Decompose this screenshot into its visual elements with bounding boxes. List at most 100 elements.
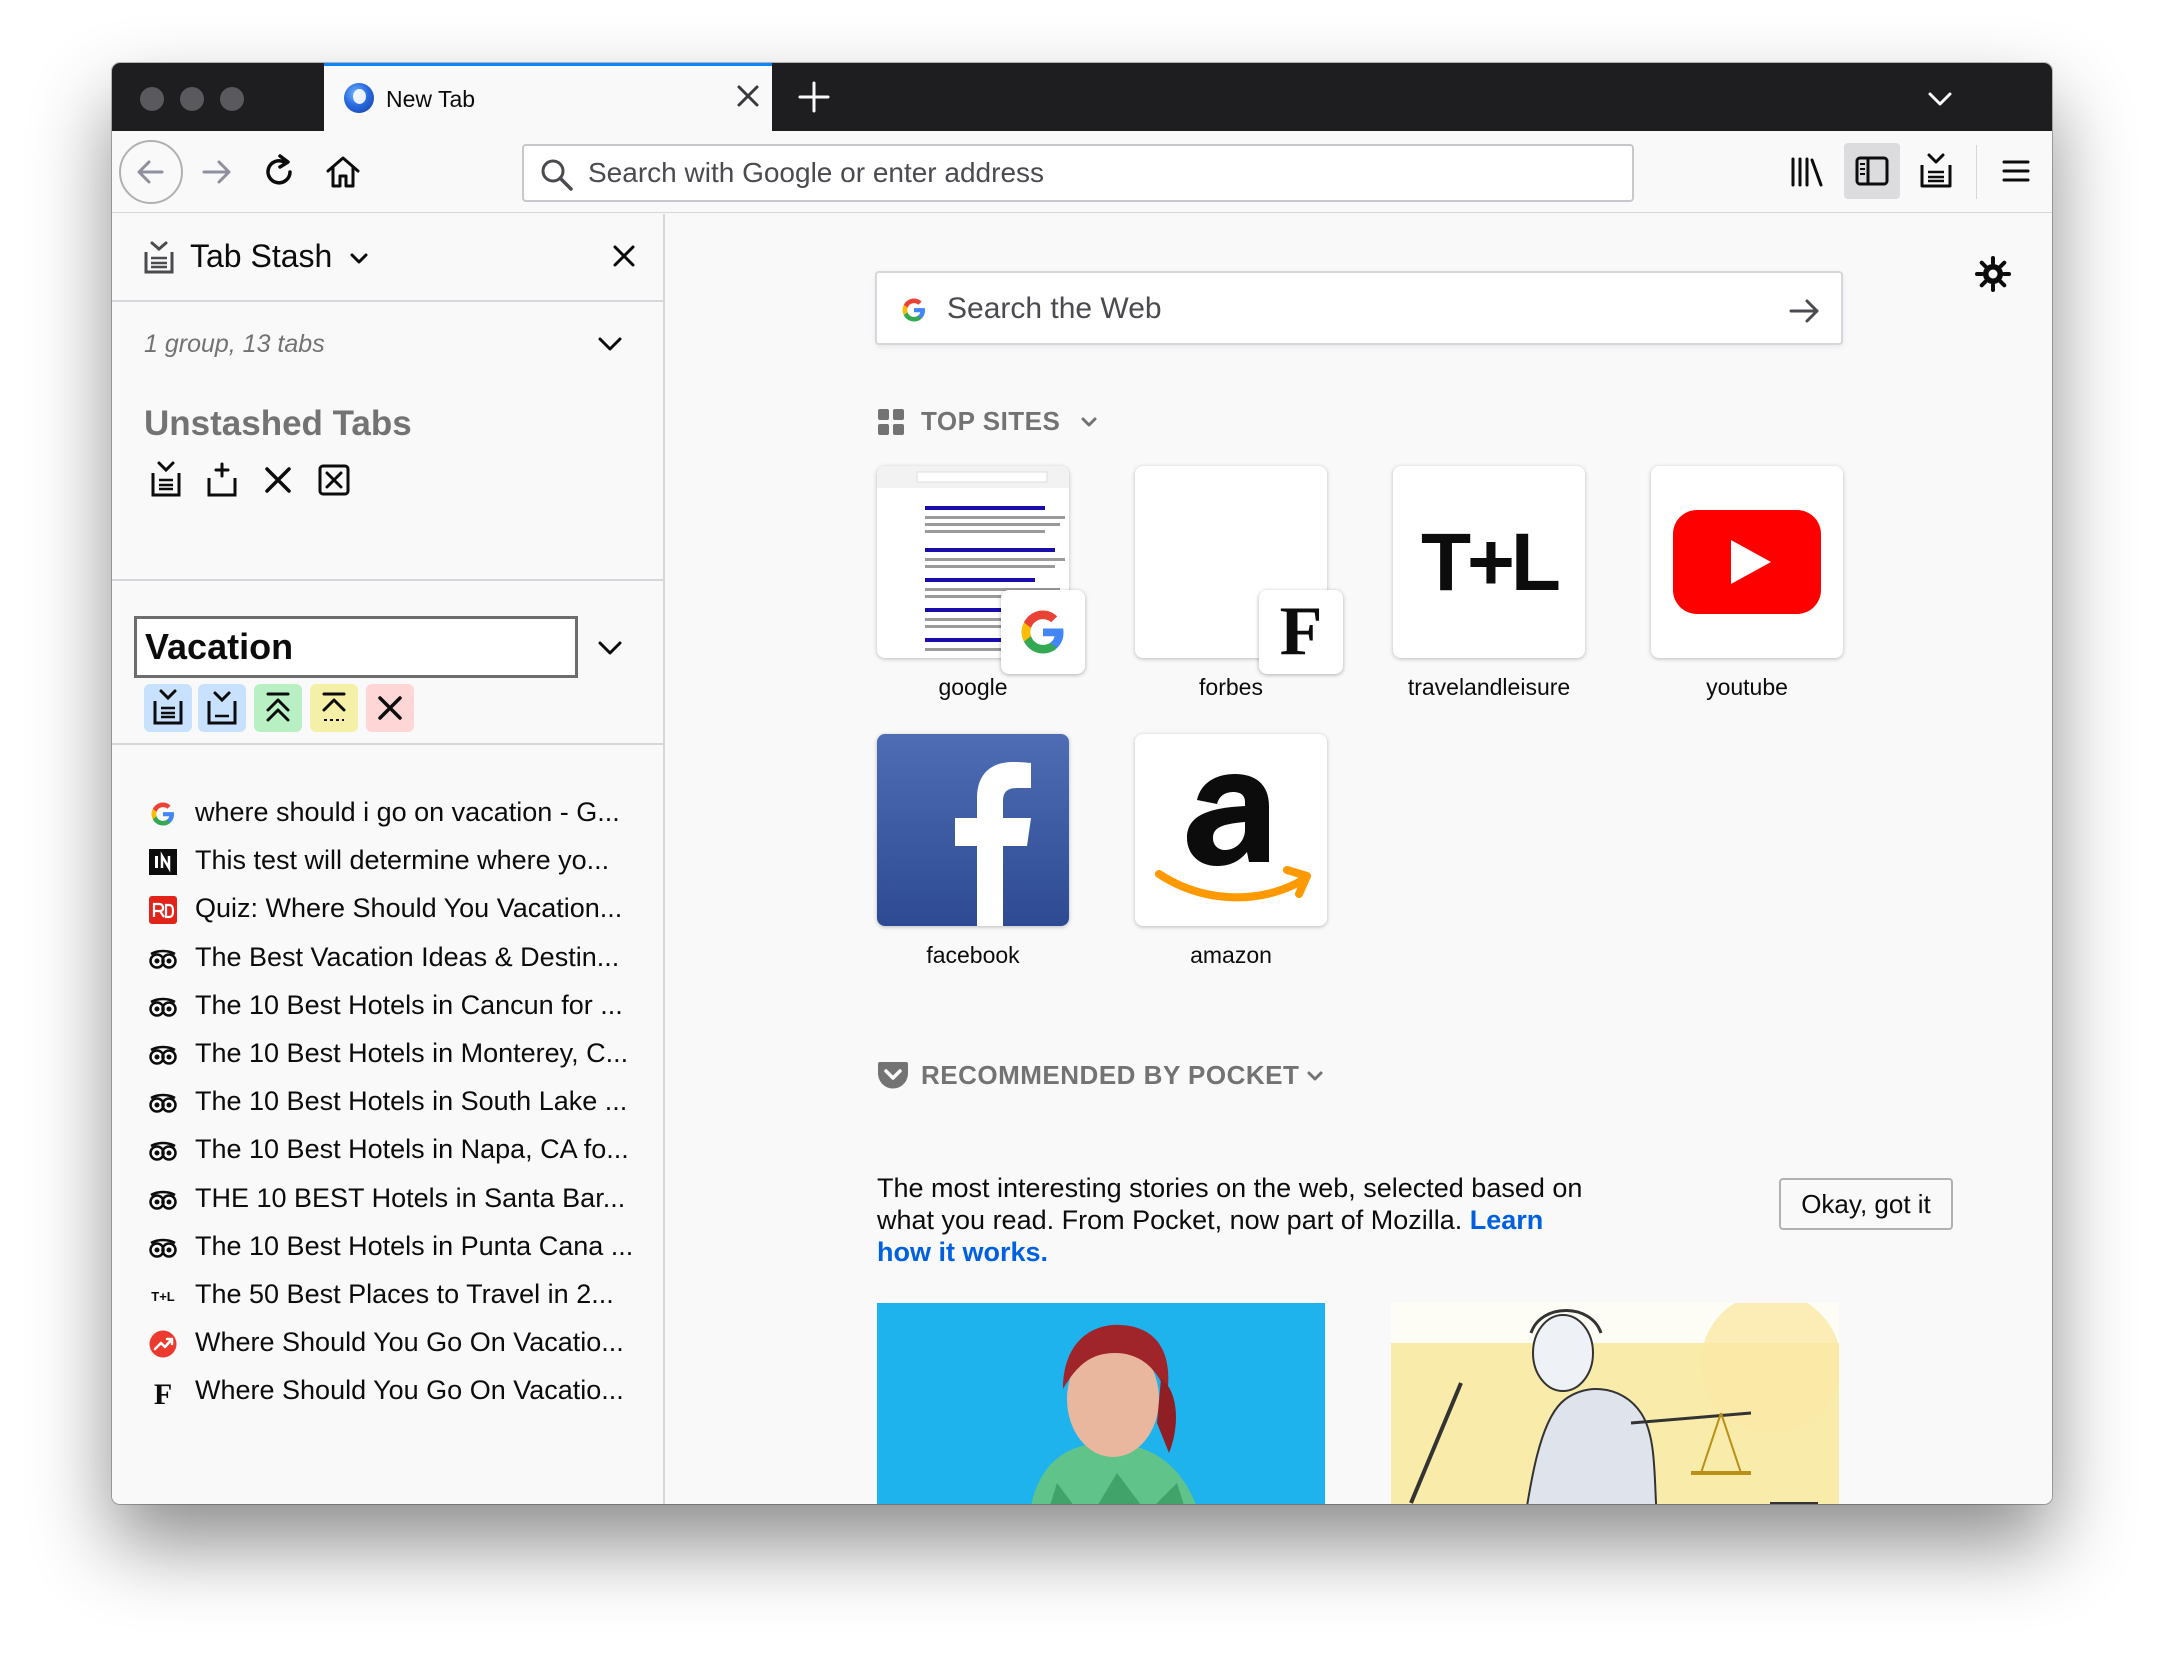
tripadvisor-icon	[148, 1088, 178, 1118]
close-boxed-icon	[318, 464, 350, 496]
sidebar-toggle-button[interactable]	[1844, 143, 1900, 199]
trending-icon	[148, 1329, 178, 1359]
minimize-window-button[interactable]	[180, 87, 204, 111]
close-sidebar-button[interactable]	[602, 234, 646, 278]
stashed-tab-list: where should i go on vacation - G... This…	[112, 789, 665, 1415]
stash-icon	[151, 461, 181, 497]
collapse-group-button[interactable]	[592, 630, 628, 671]
restore-all-button[interactable]	[254, 684, 302, 732]
stash-into-group-button[interactable]	[144, 684, 192, 732]
story-image	[1391, 1303, 1839, 1504]
home-icon	[326, 156, 360, 188]
sidebar-title: Tab Stash	[190, 238, 333, 274]
stashed-tab-title: where should i go on vacation - G...	[195, 797, 620, 827]
forward-button[interactable]	[196, 151, 238, 198]
grid-icon	[878, 409, 904, 435]
stash-active-tab-button[interactable]	[198, 684, 246, 732]
url-bar[interactable]	[522, 144, 1634, 202]
site-thumbnail	[877, 734, 1069, 926]
close-window-button[interactable]	[140, 87, 164, 111]
navigation-toolbar	[112, 131, 2052, 213]
stashed-tab-item[interactable]: The 10 Best Hotels in Cancun for ...	[112, 982, 665, 1030]
settings-button[interactable]	[1973, 254, 2013, 299]
arrow-right-icon	[1789, 299, 1819, 323]
stash-all-button[interactable]	[144, 458, 188, 502]
svg-text:T+L: T+L	[151, 1289, 175, 1304]
menu-button[interactable]	[1996, 151, 2036, 196]
reload-button[interactable]	[258, 151, 300, 198]
stashed-tab-title: The 10 Best Hotels in Cancun for ...	[195, 989, 623, 1020]
delete-group-button[interactable]	[366, 684, 414, 732]
site-thumbnail: T+L	[1393, 466, 1585, 658]
group-name-input[interactable]	[134, 616, 578, 678]
back-arrow-icon	[119, 140, 183, 204]
stashed-tab-title: The 10 Best Hotels in Napa, CA fo...	[195, 1134, 629, 1165]
close-tab-button[interactable]	[728, 76, 768, 116]
stashed-tab-item[interactable]: The 10 Best Hotels in Napa, CA fo...	[112, 1126, 665, 1174]
google-icon	[148, 799, 178, 829]
stashed-tab-item[interactable]: THE 10 BEST Hotels in Santa Bar...	[112, 1175, 665, 1223]
stashed-tab-item[interactable]: The Best Vacation Ideas & Destin...	[112, 934, 665, 982]
tl-logo: T+L	[1420, 517, 1561, 608]
close-unstashed-button[interactable]	[312, 458, 356, 502]
stashed-tab-title: The 10 Best Hotels in Monterey, C...	[195, 1037, 629, 1068]
stashed-tab-item[interactable]: This test will determine where yo...	[112, 837, 665, 885]
google-g-icon	[902, 298, 925, 322]
sidebar-switcher[interactable]: Tab Stash	[190, 238, 371, 275]
facebook-icon	[955, 762, 1031, 926]
list-all-tabs-button[interactable]	[1920, 79, 1960, 119]
close-icon	[378, 696, 402, 720]
stash-icon	[153, 689, 183, 725]
restore-and-remove-button[interactable]	[310, 684, 358, 732]
web-search-input[interactable]	[947, 289, 1747, 329]
stashed-tab-item[interactable]: Where Should You Go On Vacatio...	[112, 1319, 665, 1367]
stashed-tab-item[interactable]: The 10 Best Hotels in South Lake ...	[112, 1078, 665, 1126]
reload-icon	[266, 154, 292, 185]
tab-title: New Tab	[386, 86, 476, 112]
insider-icon	[148, 847, 178, 877]
url-input[interactable]	[588, 154, 1588, 192]
add-group-icon	[207, 462, 237, 497]
plus-icon	[798, 81, 830, 113]
stashed-tab-title: This test will determine where yo...	[195, 845, 610, 876]
library-button[interactable]	[1788, 153, 1828, 196]
pocket-story-card[interactable]	[1391, 1303, 1839, 1504]
forward-arrow-icon	[202, 160, 231, 184]
google-g-icon	[1021, 610, 1064, 654]
collapse-all-button[interactable]	[592, 326, 628, 367]
chevron-down-icon	[1307, 1071, 1323, 1081]
svg-text:F: F	[154, 1378, 172, 1407]
zoom-window-button[interactable]	[220, 87, 244, 111]
restore-remove-icon	[322, 692, 346, 721]
pocket-title: RECOMMENDED BY POCKET	[921, 1060, 1300, 1090]
stashed-tab-item[interactable]: where should i go on vacation - G...	[112, 789, 665, 837]
tab-stash-sidebar: Tab Stash 1 group, 13 tabs Unstashed Tab…	[112, 214, 665, 1504]
tab-new-tab[interactable]: New Tab	[324, 63, 772, 131]
back-button[interactable]	[118, 139, 184, 210]
site-label: amazon	[1190, 942, 1272, 968]
stashed-tab-item[interactable]: F Where Should You Go On Vacatio...	[112, 1367, 665, 1415]
stashed-tab-item[interactable]: T+L The 50 Best Places to Travel in 2...	[112, 1271, 665, 1319]
web-search-box[interactable]	[875, 271, 1843, 345]
stashed-tab-item[interactable]: The 10 Best Hotels in Monterey, C...	[112, 1030, 665, 1078]
new-group-button[interactable]	[200, 458, 244, 502]
tab-stash-button[interactable]	[1916, 151, 1956, 196]
tl-icon: T+L	[148, 1281, 178, 1311]
tripadvisor-icon	[148, 1136, 178, 1166]
home-button[interactable]	[322, 151, 364, 198]
pocket-story-card[interactable]	[877, 1303, 1325, 1504]
close-all-button[interactable]	[256, 458, 300, 502]
unstashed-tabs-title: Unstashed Tabs	[144, 404, 412, 443]
stashed-tab-item[interactable]: The 10 Best Hotels in Punta Cana ...	[112, 1223, 665, 1271]
tripadvisor-icon	[148, 944, 178, 974]
new-tab-page: TOP SITES	[667, 214, 2052, 1504]
okay-got-it-button[interactable]: Okay, got it	[1779, 1178, 1953, 1230]
sidebar-header: Tab Stash	[112, 214, 665, 302]
stashed-tab-item[interactable]: Quiz: Where Should You Vacation...	[112, 885, 665, 933]
section-divider	[112, 579, 665, 581]
close-icon	[737, 85, 759, 107]
stashed-tab-title: Where Should You Go On Vacatio...	[195, 1327, 624, 1358]
stash-one-icon	[207, 691, 237, 725]
new-tab-button[interactable]	[784, 69, 844, 125]
sidebar-icon	[1855, 156, 1889, 186]
